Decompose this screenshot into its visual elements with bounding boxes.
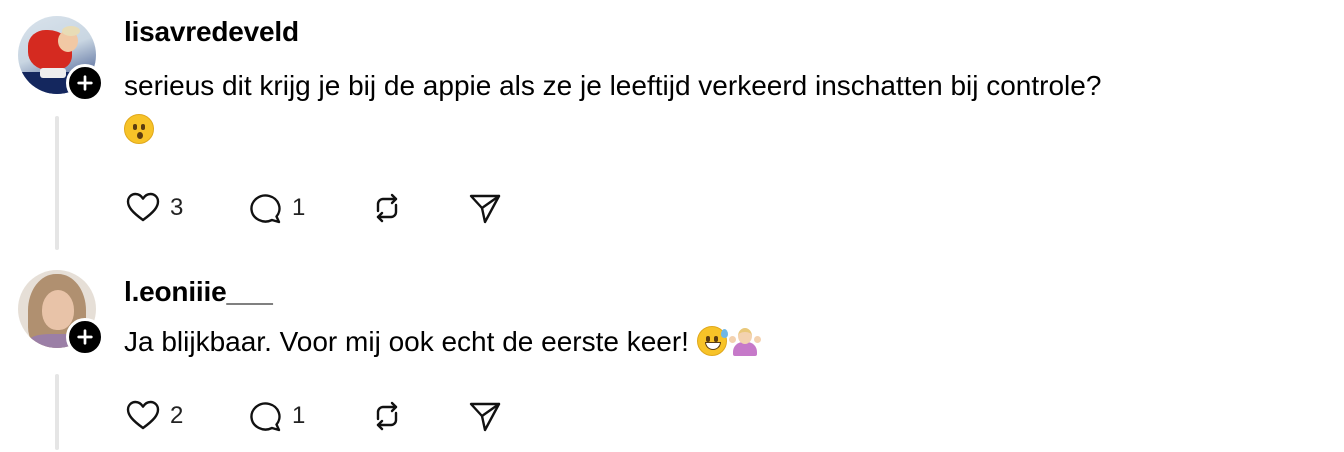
action-bar: 3 1 bbox=[124, 188, 506, 228]
avatar-container[interactable] bbox=[18, 270, 104, 356]
avatar-container[interactable] bbox=[18, 16, 104, 102]
send-icon bbox=[469, 194, 501, 224]
heart-icon bbox=[126, 400, 160, 430]
repost-icon bbox=[376, 193, 398, 223]
like-button[interactable]: 2 bbox=[124, 396, 246, 436]
comment-item: lisavredeveld serieus dit krijg je bij d… bbox=[0, 0, 1344, 258]
thread-line bbox=[55, 116, 59, 250]
repost-button[interactable] bbox=[368, 396, 466, 436]
share-button[interactable] bbox=[466, 188, 506, 228]
thread-line bbox=[55, 374, 59, 450]
like-count: 2 bbox=[170, 402, 184, 429]
follow-button[interactable] bbox=[66, 318, 104, 356]
person-shrugging-emoji bbox=[728, 326, 761, 356]
comment-text-content: serieus dit krijg je bij de appie als ze… bbox=[124, 70, 1102, 101]
comment-text-content: Ja blijkbaar. Voor mij ook echt de eerst… bbox=[124, 326, 697, 357]
comment-text: serieus dit krijg je bij de appie als ze… bbox=[124, 64, 1334, 152]
reply-button[interactable]: 1 bbox=[246, 396, 368, 436]
follow-button[interactable] bbox=[66, 64, 104, 102]
reply-count: 1 bbox=[292, 402, 306, 429]
send-icon bbox=[469, 402, 501, 432]
like-button[interactable]: 3 bbox=[124, 188, 246, 228]
hushed-face-emoji bbox=[124, 114, 154, 144]
reply-count: 1 bbox=[292, 194, 306, 221]
like-count: 3 bbox=[170, 194, 184, 221]
repost-icon bbox=[376, 401, 398, 431]
comment-item: l.eoniiie___ Ja blijkbaar. Voor mij ook … bbox=[0, 258, 1344, 452]
share-button[interactable] bbox=[466, 396, 506, 436]
reply-button[interactable]: 1 bbox=[246, 188, 368, 228]
repost-button[interactable] bbox=[368, 188, 466, 228]
heart-icon bbox=[126, 192, 160, 222]
comment-icon bbox=[250, 194, 281, 224]
plus-icon bbox=[77, 329, 93, 345]
username[interactable]: l.eoniiie___ bbox=[124, 276, 273, 308]
comment-text: Ja blijkbaar. Voor mij ook echt de eerst… bbox=[124, 320, 1334, 364]
comment-icon bbox=[250, 402, 281, 432]
grinning-face-with-sweat-emoji bbox=[696, 326, 728, 356]
action-bar: 2 1 bbox=[124, 396, 506, 436]
plus-icon bbox=[77, 75, 93, 91]
username[interactable]: lisavredeveld bbox=[124, 16, 299, 48]
